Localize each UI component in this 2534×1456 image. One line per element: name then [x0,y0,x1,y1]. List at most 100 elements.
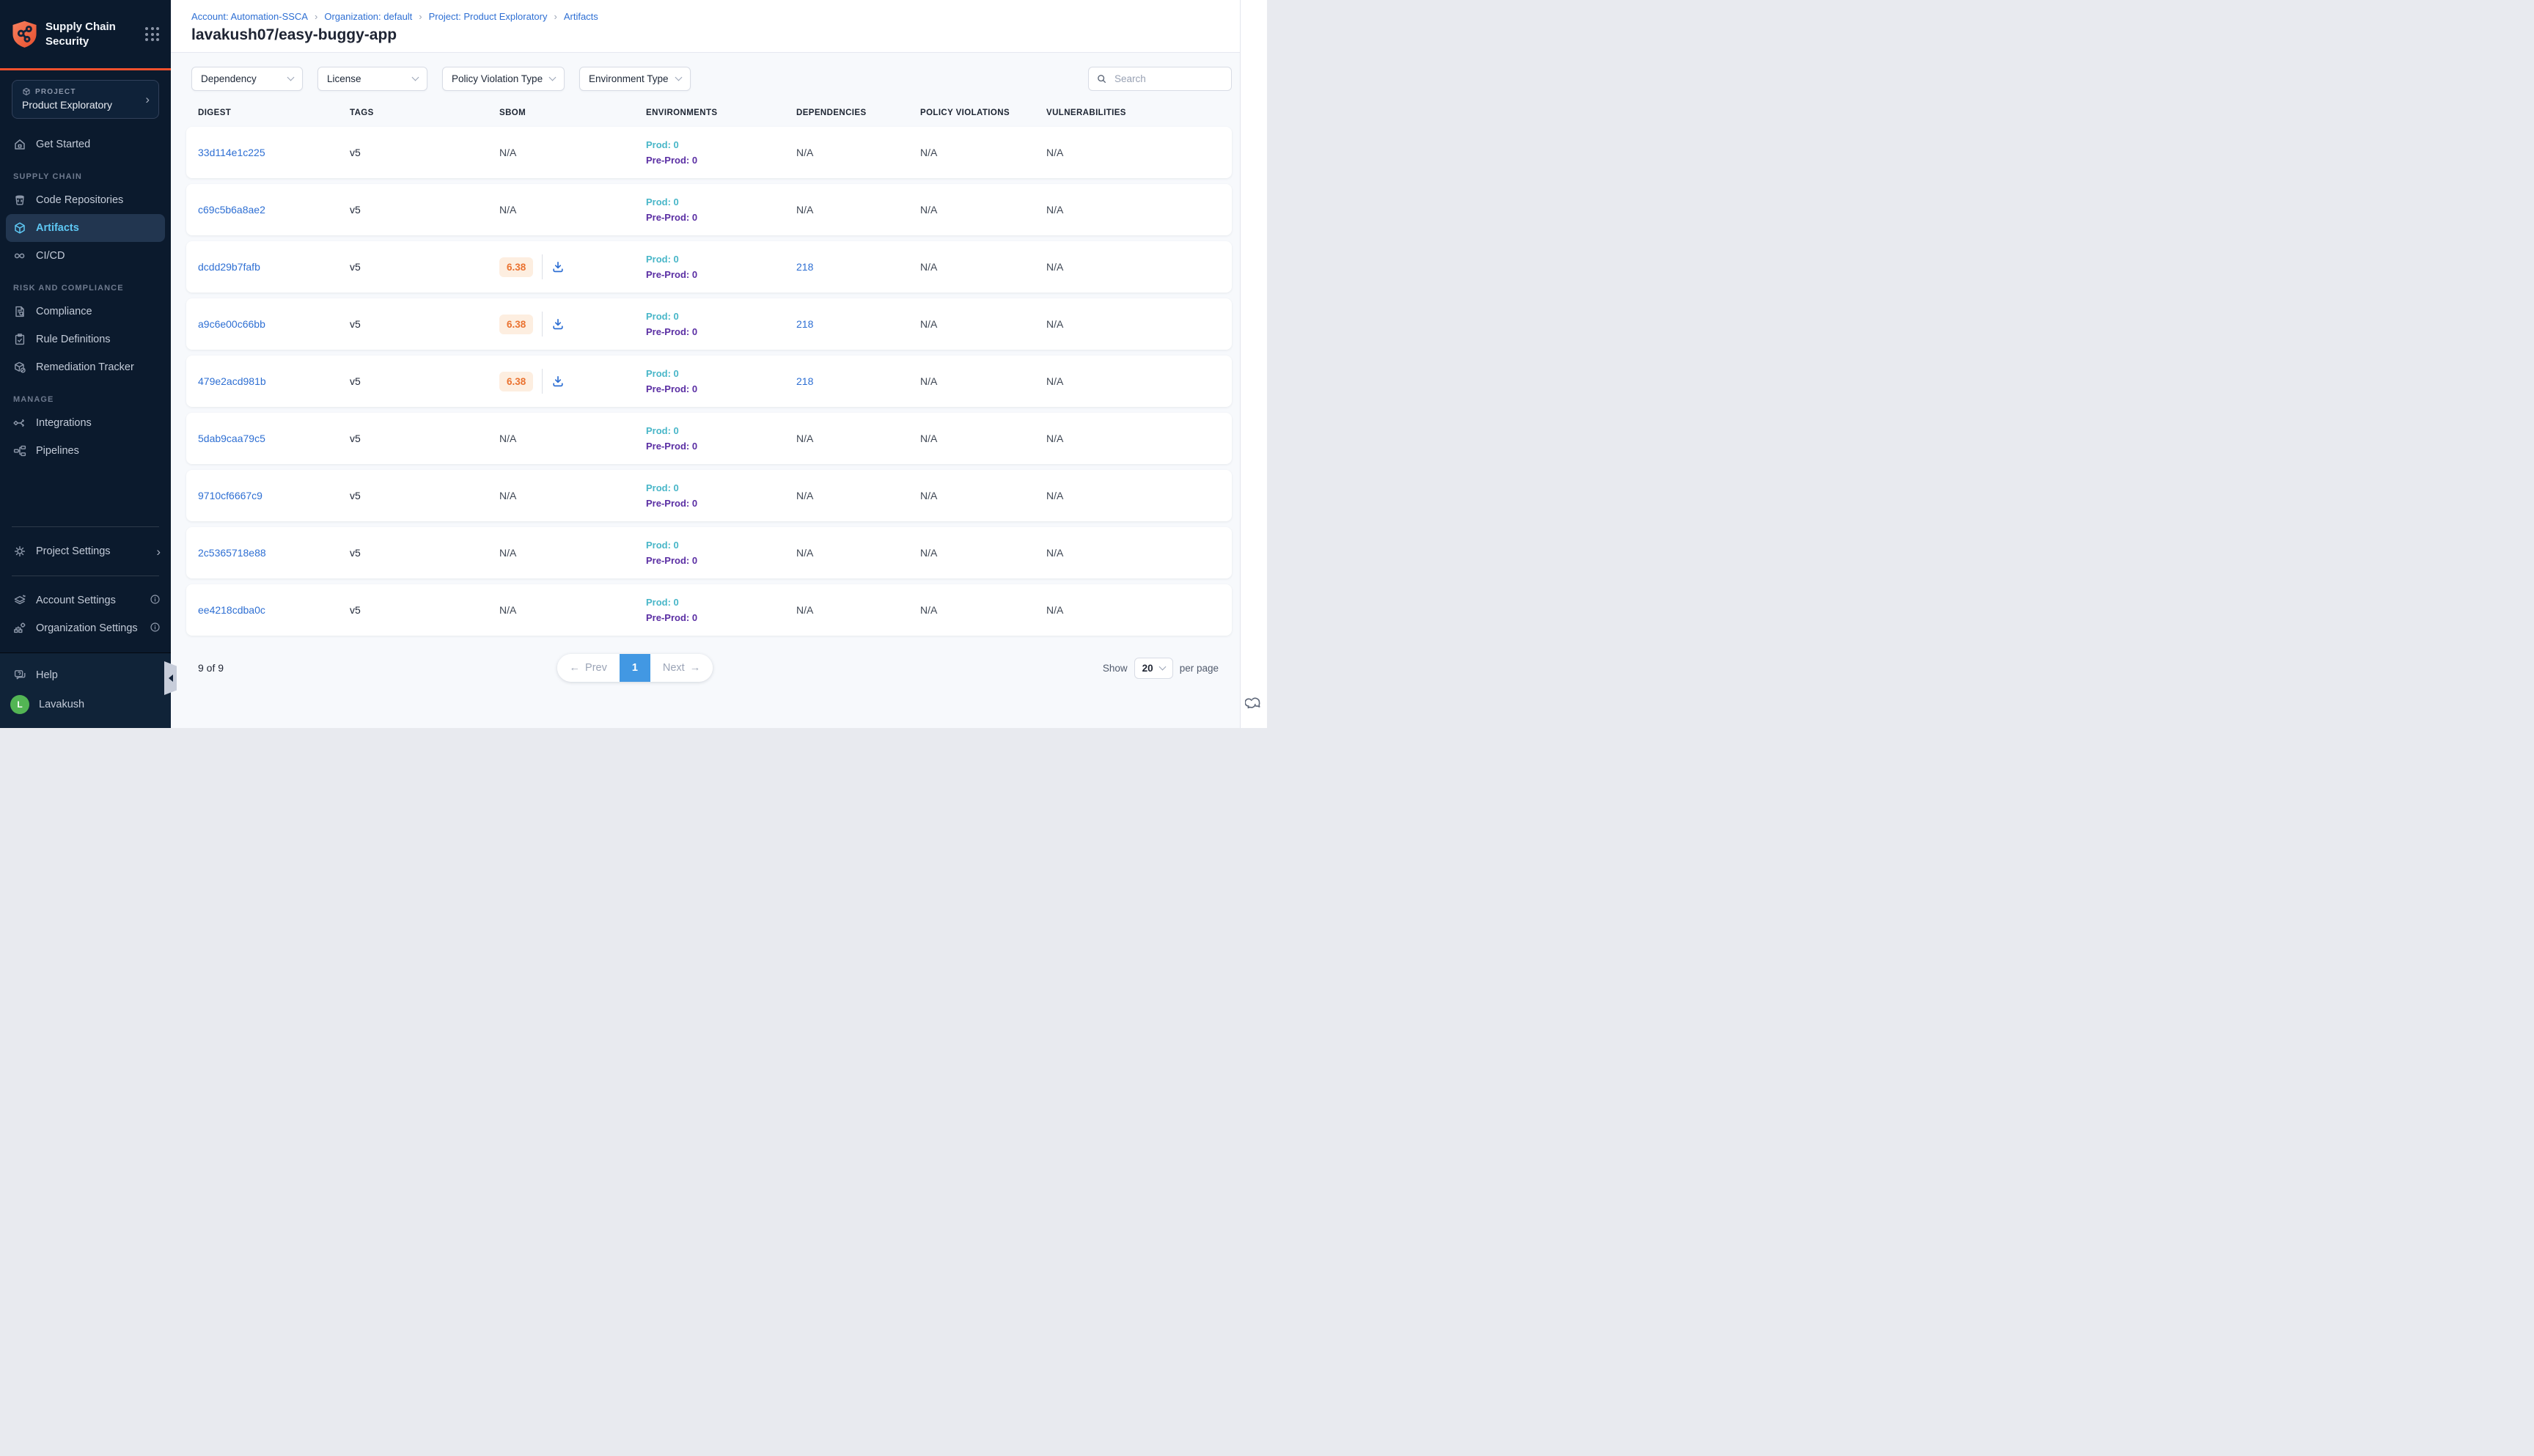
digest-link[interactable]: 5dab9caa79c5 [198,433,265,444]
info-icon[interactable] [150,622,161,635]
sbom-score-badge: 6.38 [499,315,533,334]
chevron-separator: › [554,11,557,22]
environments-cell: Prod: 0Pre-Prod: 0 [646,137,796,168]
prod-count: Prod: 0 [646,423,796,438]
dependencies-link[interactable]: 218 [796,375,813,387]
table-row[interactable]: a9c6e00c66bb v5 6.38 Prod: 0Pre-Prod: 0 … [186,298,1232,350]
sidebar-item-remediation-tracker[interactable]: Remediation Tracker [0,353,171,381]
environments-cell: Prod: 0Pre-Prod: 0 [646,423,796,454]
sidebar-item-cicd[interactable]: CI/CD [0,242,171,270]
breadcrumb-organization-link[interactable]: Organization: default [324,11,412,22]
right-gutter [1240,0,1267,728]
sidebar-item-account-settings[interactable]: Account Settings [0,587,171,614]
chevron-separator: › [419,11,422,22]
digest-link[interactable]: dcdd29b7fafb [198,261,260,273]
sidebar-item-get-started[interactable]: Get Started [0,130,171,158]
brand-header: Supply Chain Security [0,0,171,68]
download-sbom-icon[interactable] [551,260,565,273]
chevron-down-icon [675,74,683,81]
chevron-right-icon: › [145,93,150,106]
page-title: lavakush07/easy-buggy-app [191,26,1240,44]
sidebar-item-integrations[interactable]: Integrations [0,409,171,437]
table-row[interactable]: 5dab9caa79c5 v5 N/A Prod: 0Pre-Prod: 0 N… [186,413,1232,464]
chat-support-icon[interactable] [1245,694,1263,712]
table-row[interactable]: 9710cf6667c9 v5 N/A Prod: 0Pre-Prod: 0 N… [186,470,1232,521]
sidebar-item-rule-definitions[interactable]: Rule Definitions [0,326,171,353]
code-repo-icon [13,194,26,207]
table-row[interactable]: ee4218cdba0c v5 N/A Prod: 0Pre-Prod: 0 N… [186,584,1232,636]
dropdown-label: Dependency [201,73,257,84]
sidebar-collapse-handle[interactable] [164,661,177,695]
project-selector[interactable]: PROJECT Product Exploratory › [12,80,159,119]
chevron-down-icon [412,74,419,81]
search-icon [1096,73,1107,84]
sidebar-item-pipelines[interactable]: Pipelines [0,437,171,465]
sidebar-item-project-settings[interactable]: Project Settings › [0,537,171,565]
dependencies-link[interactable]: 218 [796,318,813,330]
tags-cell: v5 [350,147,499,158]
current-page-button[interactable]: 1 [620,654,650,682]
gear-icon [13,545,26,558]
sidebar-item-label: Compliance [36,306,92,317]
digest-link[interactable]: 2c5365718e88 [198,547,266,559]
sidebar-item-organization-settings[interactable]: Organization Settings [0,614,171,642]
sidebar-item-artifacts[interactable]: Artifacts [6,214,165,242]
breadcrumb-project-link[interactable]: Project: Product Exploratory [429,11,548,22]
page-size-select[interactable]: 20 [1134,658,1173,679]
digest-link[interactable]: a9c6e00c66bb [198,318,265,330]
sidebar-item-code-repositories[interactable]: Code Repositories [0,186,171,214]
sidebar-item-label: Code Repositories [36,194,123,206]
digest-link[interactable]: 33d114e1c225 [198,147,265,158]
sidebar-item-compliance[interactable]: Compliance [0,298,171,326]
dependency-filter-dropdown[interactable]: Dependency [191,67,303,91]
org-gear-icon [13,622,26,635]
help-button[interactable]: Help [0,661,171,690]
environment-type-filter-dropdown[interactable]: Environment Type [579,67,691,91]
dropdown-label: Environment Type [589,73,669,84]
prod-count: Prod: 0 [646,137,796,152]
info-icon[interactable] [150,594,161,607]
user-name: Lavakush [39,699,84,710]
pipelines-icon [13,444,26,457]
breadcrumb-account-link[interactable]: Account: Automation-SSCA [191,11,308,22]
filter-row: Dependency License Policy Violation Type… [191,67,1232,91]
license-filter-dropdown[interactable]: License [317,67,427,91]
table-row[interactable]: 479e2acd981b v5 6.38 Prod: 0Pre-Prod: 0 … [186,356,1232,407]
tags-cell: v5 [350,318,499,330]
tags-cell: v5 [350,204,499,216]
divider [542,312,543,337]
sbom-cell: N/A [499,147,646,158]
divider [542,369,543,394]
table-row[interactable]: dcdd29b7fafb v5 6.38 Prod: 0Pre-Prod: 0 … [186,241,1232,293]
digest-link[interactable]: c69c5b6a8ae2 [198,204,265,216]
digest-link[interactable]: 479e2acd981b [198,375,266,387]
policy-violation-type-filter-dropdown[interactable]: Policy Violation Type [442,67,565,91]
arrow-left-icon [169,674,173,682]
page-size-control: Show 20 per page [713,658,1232,679]
tags-cell: v5 [350,604,499,616]
policy-violations-cell: N/A [920,261,1046,273]
download-sbom-icon[interactable] [551,317,565,331]
layers-gear-icon [13,594,26,607]
section-supply-chain: SUPPLY CHAIN [0,158,171,186]
next-page-button[interactable]: Next→ [650,654,713,682]
sidebar-item-label: Remediation Tracker [36,361,134,373]
sbom-cell: 6.38 [499,254,646,279]
breadcrumb-artifacts-link[interactable]: Artifacts [564,11,598,22]
section-manage: MANAGE [0,381,171,409]
table-row[interactable]: 33d114e1c225 v5 N/A Prod: 0Pre-Prod: 0 N… [186,127,1232,178]
search-input[interactable] [1113,73,1224,85]
sidebar-item-label: Rule Definitions [36,334,111,345]
download-sbom-icon[interactable] [551,375,565,388]
table-row[interactable]: 2c5365718e88 v5 N/A Prod: 0Pre-Prod: 0 N… [186,527,1232,578]
digest-link[interactable]: 9710cf6667c9 [198,490,262,501]
user-menu[interactable]: L Lavakush [0,690,171,719]
prod-count: Prod: 0 [646,366,796,381]
app-switcher-icon[interactable] [144,26,161,43]
sbom-cell: N/A [499,604,646,616]
dependencies-link[interactable]: 218 [796,261,813,273]
sbom-cell: N/A [499,490,646,501]
digest-link[interactable]: ee4218cdba0c [198,604,265,616]
prev-page-button[interactable]: ←Prev [557,654,620,682]
table-row[interactable]: c69c5b6a8ae2 v5 N/A Prod: 0Pre-Prod: 0 N… [186,184,1232,235]
